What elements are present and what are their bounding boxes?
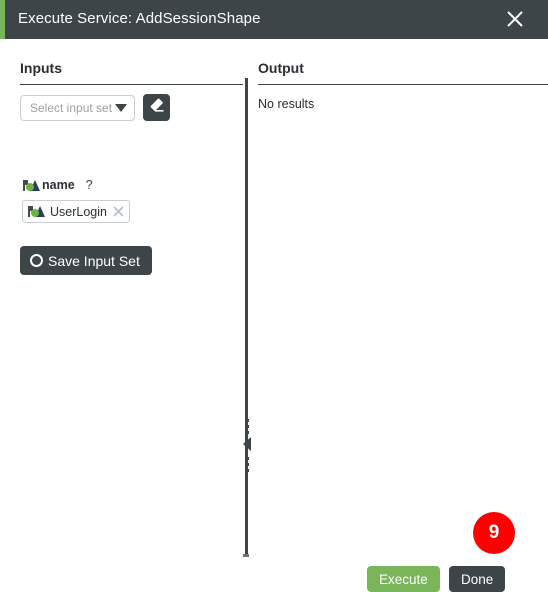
help-icon[interactable]: ?: [86, 178, 93, 192]
dialog-title: Execute Service: AddSessionShape: [18, 10, 261, 27]
clear-inputs-button[interactable]: [143, 94, 170, 121]
input-set-select[interactable]: Select input set: [20, 94, 135, 121]
output-empty-message: No results: [258, 97, 315, 111]
caret-left-icon: [243, 437, 251, 451]
eraser-icon: [148, 97, 165, 119]
panel-divider: [245, 78, 248, 555]
thing-shape-icon: [23, 179, 40, 192]
close-icon[interactable]: [504, 8, 526, 30]
input-set-select-placeholder: Select input set: [30, 100, 113, 115]
field-name-label-row: name ?: [23, 178, 93, 192]
grip-dots-icon: [246, 419, 249, 437]
done-button[interactable]: Done: [449, 566, 506, 592]
chip-remove-icon[interactable]: [112, 205, 125, 218]
panel-collapse-handle[interactable]: [240, 417, 254, 473]
circle-icon: [30, 254, 43, 267]
chip-label: UserLogin: [50, 204, 107, 219]
titlebar-accent-stripe: [0, 0, 5, 39]
inputs-panel-divider-rule: [20, 84, 243, 85]
input-set-row: Select input set: [20, 94, 170, 121]
panel-divider-stub: [243, 554, 249, 557]
field-name-label: name: [42, 178, 75, 192]
dialog-titlebar: Execute Service: AddSessionShape: [0, 0, 548, 39]
field-name-value-chip[interactable]: UserLogin: [22, 200, 130, 223]
save-input-set-button[interactable]: Save Input Set: [20, 246, 152, 275]
chevron-down-icon: [115, 103, 127, 112]
output-panel-header: Output: [258, 60, 304, 76]
status-badge: 9: [473, 512, 515, 554]
dialog-body: Inputs Output Select input set name ? Us…: [0, 39, 548, 592]
execute-button[interactable]: Execute: [367, 566, 440, 592]
grip-dots-icon: [246, 457, 249, 475]
output-panel-divider-rule: [258, 84, 548, 85]
save-input-set-label: Save Input Set: [48, 252, 140, 269]
thing-shape-icon: [28, 205, 45, 218]
inputs-panel-header: Inputs: [20, 60, 62, 76]
